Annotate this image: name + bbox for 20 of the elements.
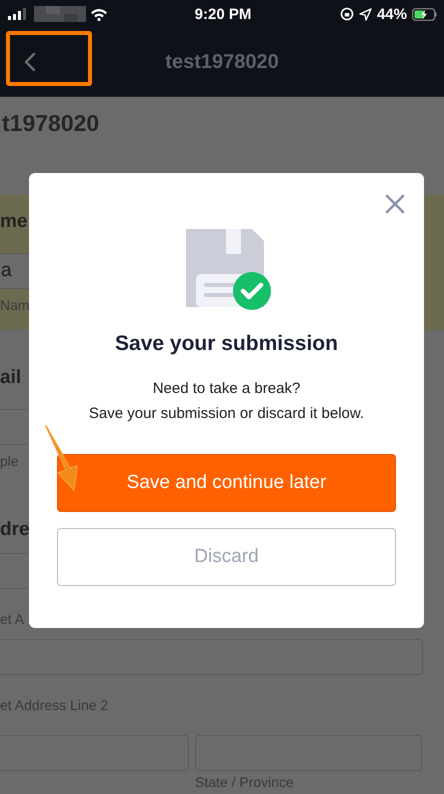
location-arrow-icon [358, 8, 372, 20]
battery-percent: 44% [376, 6, 407, 22]
wifi-icon [90, 8, 108, 20]
dialog-title: Save your submission [115, 332, 338, 356]
close-icon [385, 194, 405, 214]
field-label: me [0, 210, 28, 234]
battery-charging-icon [412, 8, 438, 20]
back-chevron-icon [24, 52, 36, 72]
dialog-message: Need to take a break? Save your submission or discard it below. [88, 379, 364, 424]
field-label: ail [0, 366, 22, 390]
field-label: dre [0, 518, 30, 542]
form-title: t1978020 [1, 109, 100, 138]
saved-floppy-icon [186, 229, 272, 310]
clock-time: 9:20 PM [194, 6, 252, 22]
discard-button[interactable]: Discard [57, 528, 396, 586]
save-button[interactable]: Save and continue later [57, 454, 396, 512]
arrow-drawing [44, 424, 80, 492]
rotation-lock-icon [340, 7, 354, 21]
blurred-carrier-icon [34, 6, 86, 22]
nav-title: test1978020 [164, 50, 280, 74]
